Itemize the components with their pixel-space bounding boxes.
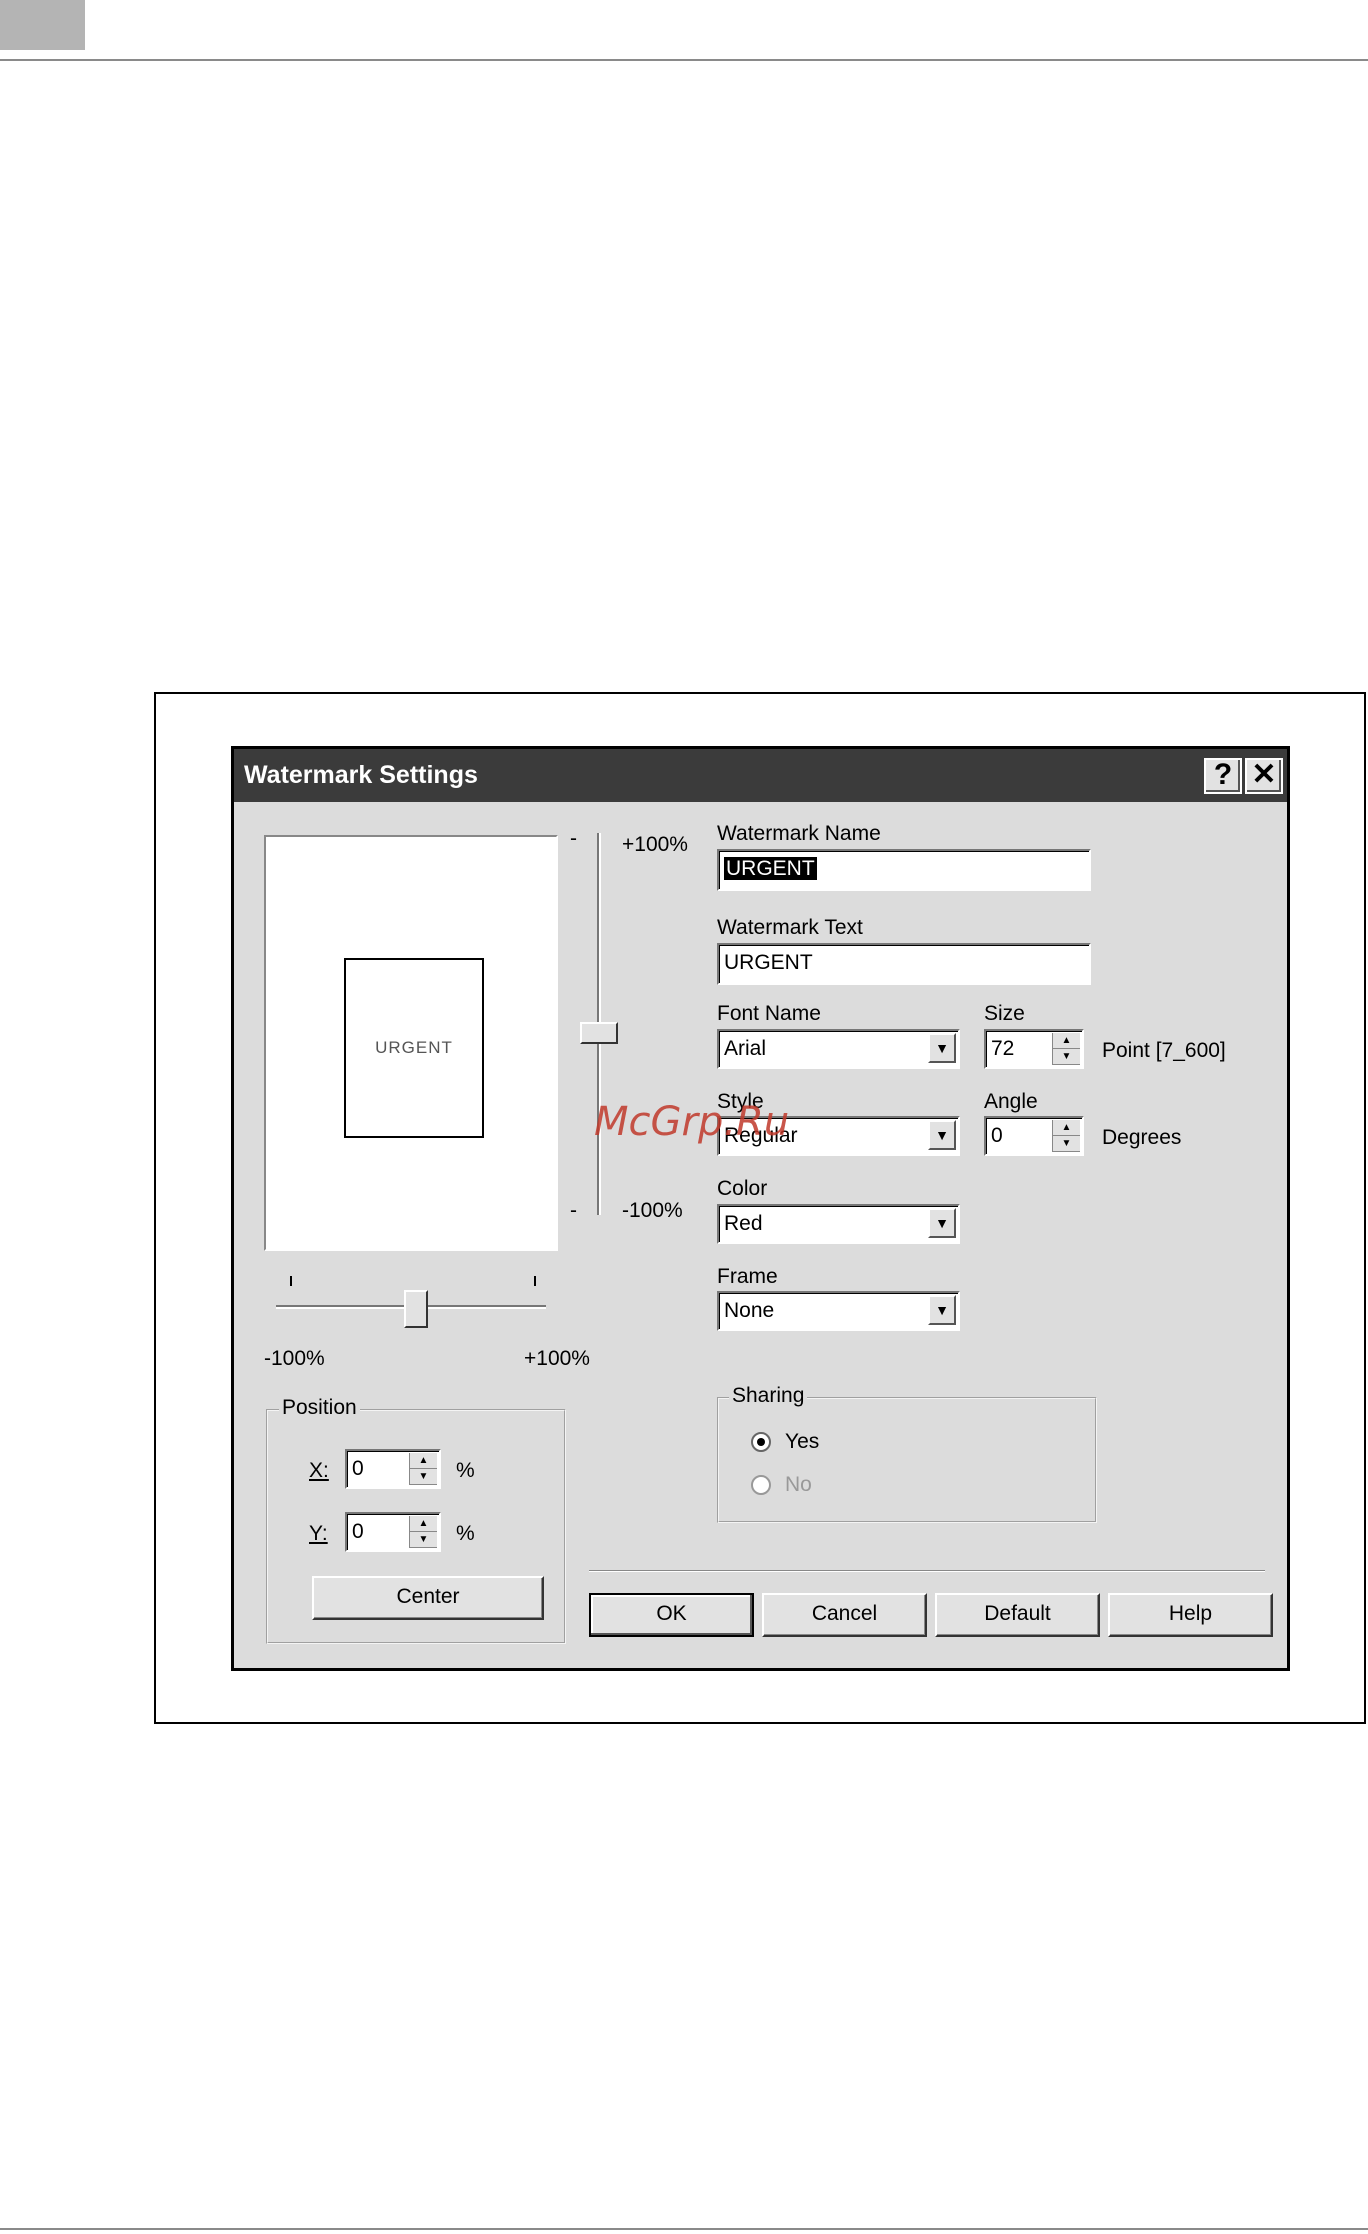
cancel-button[interactable]: Cancel [762, 1593, 927, 1637]
vslider-top-label: +100% [622, 833, 688, 856]
color-value: Red [724, 1212, 763, 1235]
help-icon: ? [1213, 758, 1233, 791]
sharing-yes-radio[interactable] [751, 1432, 771, 1452]
dialog-titlebar: Watermark Settings [234, 749, 1287, 802]
position-y-label: Y: [309, 1522, 328, 1545]
center-button[interactable]: Center [312, 1576, 544, 1620]
sharing-yes-label[interactable]: Yes [785, 1430, 819, 1454]
radio-selected-dot [757, 1438, 765, 1446]
size-unit-label: Point [7_600] [1102, 1039, 1226, 1062]
position-x-input[interactable]: 0 ▲ ▼ [345, 1449, 441, 1489]
sharing-group [717, 1397, 1097, 1523]
angle-unit-label: Degrees [1102, 1126, 1182, 1149]
hslider-right-tick [534, 1276, 536, 1286]
spin-down-icon[interactable]: ▼ [1053, 1136, 1080, 1152]
spin-up-icon[interactable]: ▲ [410, 1516, 437, 1532]
position-x-label: X: [309, 1459, 329, 1482]
size-value: 72 [991, 1037, 1015, 1060]
frame-label: Frame [717, 1265, 778, 1288]
hslider-thumb[interactable] [404, 1290, 428, 1328]
position-y-unit: % [456, 1522, 475, 1545]
watermark-text-input[interactable]: URGENT [717, 943, 1091, 985]
angle-label: Angle [984, 1090, 1038, 1113]
button-separator [589, 1570, 1265, 1572]
position-group-title: Position [279, 1396, 360, 1420]
spin-down-icon[interactable]: ▼ [1053, 1049, 1080, 1065]
angle-spinner[interactable]: ▲ ▼ [1052, 1120, 1080, 1152]
chevron-down-icon[interactable]: ▼ [928, 1120, 956, 1150]
preview-page: URGENT [344, 958, 484, 1138]
spin-up-icon[interactable]: ▲ [410, 1453, 437, 1469]
close-title-button[interactable]: ✕ [1245, 758, 1283, 794]
ok-button[interactable]: OK [589, 1593, 754, 1637]
sharing-no-label[interactable]: No [785, 1473, 812, 1497]
color-select[interactable]: Red ▼ [717, 1204, 960, 1244]
spin-up-icon[interactable]: ▲ [1053, 1120, 1080, 1136]
frame-select[interactable]: None ▼ [717, 1291, 960, 1331]
watermark-text-value: URGENT [724, 951, 813, 974]
default-button[interactable]: Default [935, 1593, 1100, 1637]
position-x-value: 0 [352, 1457, 364, 1480]
position-x-spinner[interactable]: ▲ ▼ [409, 1453, 437, 1485]
position-x-unit: % [456, 1459, 475, 1482]
page-header-rule [0, 59, 1368, 61]
preview-sample-text: URGENT [375, 1038, 453, 1057]
vslider-bottom-label: -100% [622, 1199, 683, 1222]
size-label: Size [984, 1002, 1025, 1025]
size-spinner[interactable]: ▲ ▼ [1052, 1033, 1080, 1065]
angle-input[interactable]: 0 ▲ ▼ [984, 1116, 1084, 1156]
watermark-settings-dialog: Watermark Settings ? ✕ URGENT - - +100% … [231, 746, 1290, 1671]
hslider-left-tick [290, 1276, 292, 1286]
page-preview: URGENT [264, 835, 558, 1251]
watermark-name-input[interactable]: URGENT [717, 849, 1091, 891]
spin-down-icon[interactable]: ▼ [410, 1532, 437, 1548]
hslider-left-label: -100% [264, 1347, 325, 1370]
page-footer-rule [0, 2228, 1368, 2230]
help-button[interactable]: Help [1108, 1593, 1273, 1637]
vslider-thumb[interactable] [580, 1022, 618, 1044]
spin-up-icon[interactable]: ▲ [1053, 1033, 1080, 1049]
font-name-label: Font Name [717, 1002, 821, 1025]
angle-value: 0 [991, 1124, 1003, 1147]
chevron-down-icon[interactable]: ▼ [928, 1033, 956, 1063]
watermark-name-value: URGENT [724, 857, 817, 880]
frame-value: None [724, 1299, 775, 1322]
dialog-title: Watermark Settings [244, 761, 478, 789]
site-watermark: McGrp.Ru [594, 1099, 790, 1145]
chevron-down-icon[interactable]: ▼ [928, 1208, 956, 1238]
vslider-bottom-tick: - [570, 1199, 577, 1222]
page-header-tab [0, 0, 85, 50]
chevron-down-icon[interactable]: ▼ [928, 1295, 956, 1325]
color-label: Color [717, 1177, 768, 1200]
watermark-name-label: Watermark Name [717, 822, 881, 845]
position-y-input[interactable]: 0 ▲ ▼ [345, 1512, 441, 1552]
size-input[interactable]: 72 ▲ ▼ [984, 1029, 1084, 1069]
close-icon: ✕ [1251, 758, 1277, 791]
position-y-spinner[interactable]: ▲ ▼ [409, 1516, 437, 1548]
spin-down-icon[interactable]: ▼ [410, 1469, 437, 1485]
font-name-value: Arial [724, 1037, 767, 1060]
vslider-top-tick: - [570, 827, 577, 850]
hslider-right-label: +100% [524, 1347, 590, 1370]
sharing-group-title: Sharing [729, 1384, 808, 1408]
help-title-button[interactable]: ? [1204, 758, 1242, 794]
position-y-value: 0 [352, 1520, 364, 1543]
font-name-select[interactable]: Arial ▼ [717, 1029, 960, 1069]
sharing-no-radio[interactable] [751, 1475, 771, 1495]
watermark-text-label: Watermark Text [717, 916, 863, 939]
